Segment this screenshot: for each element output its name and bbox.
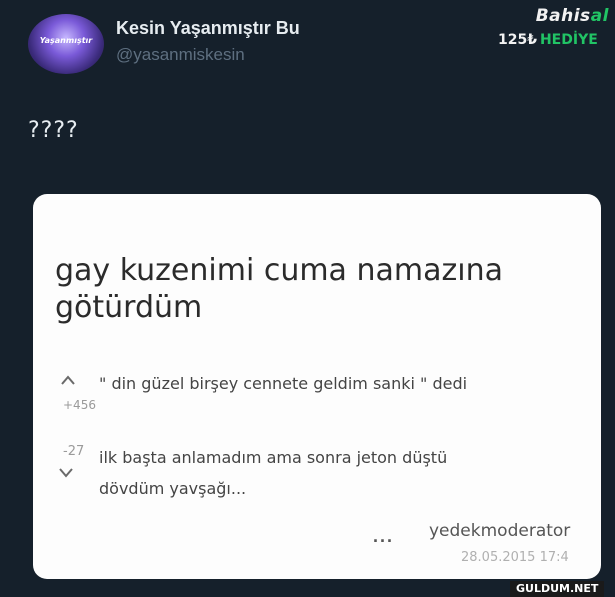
author-name[interactable]: Kesin Yaşanmıştır Bu bbox=[116, 18, 300, 39]
avatar[interactable]: Yaşanmıştır bbox=[28, 14, 104, 74]
ad-brand-main: Bahis bbox=[535, 6, 591, 26]
chevron-down-icon[interactable] bbox=[59, 464, 73, 482]
comment-body: ilk başta anlamadım ama sonra jeton düşt… bbox=[99, 442, 447, 504]
upvote-score: +456 bbox=[63, 398, 96, 412]
ad-badge[interactable]: Bahisal 125₺ HEDİYE bbox=[492, 4, 615, 56]
ad-bonus-amount: 125₺ bbox=[498, 32, 537, 48]
ad-brand: Bahisal bbox=[536, 6, 609, 26]
site-watermark: GULDUM.NET bbox=[510, 581, 605, 597]
downvote-score: -27 bbox=[63, 444, 85, 459]
comment-line-3: dövdüm yavşağı... bbox=[99, 479, 247, 498]
tweet-text: ???? bbox=[28, 118, 79, 143]
post-author[interactable]: yedekmoderator bbox=[429, 521, 570, 541]
comment-line-2: ilk başta anlamadım ama sonra jeton düşt… bbox=[99, 448, 448, 467]
post-title: gay kuzenimi cuma namazına götürdüm bbox=[55, 253, 503, 325]
embedded-post-card: gay kuzenimi cuma namazına götürdüm +456… bbox=[33, 194, 601, 579]
post-date: 28.05.2015 17:4 bbox=[461, 550, 569, 565]
ad-brand-accent: al bbox=[590, 6, 609, 26]
avatar-text: Yaşanmıştır bbox=[39, 36, 93, 45]
chevron-up-icon[interactable] bbox=[61, 370, 75, 389]
ad-bonus-label: HEDİYE bbox=[539, 32, 598, 48]
ad-bonus: 125₺ HEDİYE bbox=[498, 32, 598, 48]
comment-line-1: " din güzel birşey cennete geldim sanki … bbox=[99, 374, 468, 393]
more-options-button[interactable]: ... bbox=[373, 526, 394, 547]
author-handle[interactable]: @yasanmiskesin bbox=[116, 45, 245, 65]
